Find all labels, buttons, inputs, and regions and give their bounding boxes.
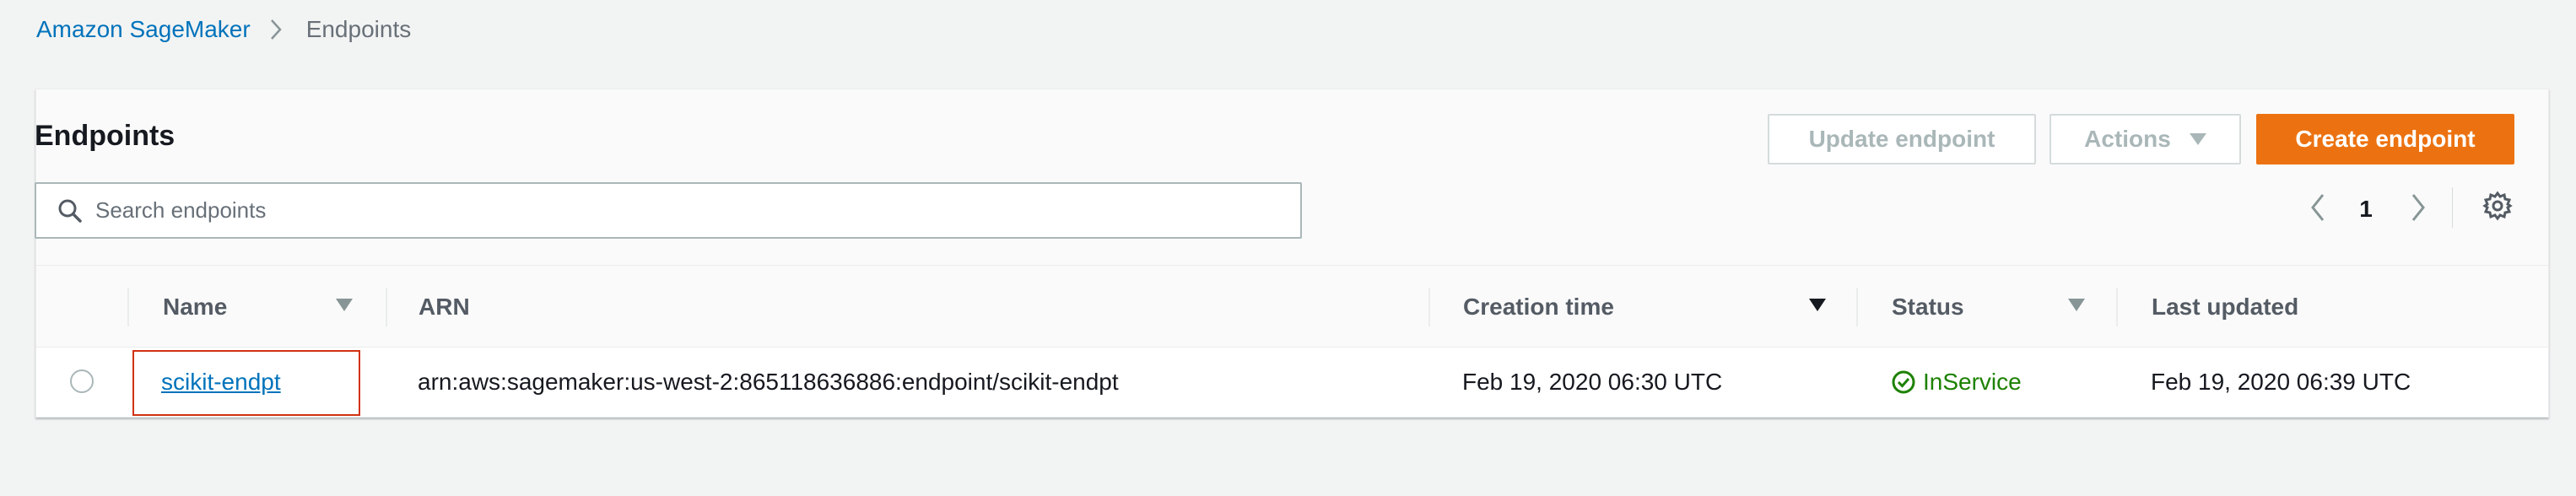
column-divider [127,288,129,326]
chevron-right-icon [269,15,288,44]
endpoint-creation-time: Feb 19, 2020 06:30 UTC [1462,369,1723,395]
endpoint-name-link[interactable]: scikit-endpt [161,369,281,396]
gear-icon [2482,191,2513,225]
status-label: InService [1923,369,2022,395]
preferences-button[interactable] [2476,187,2519,228]
search-icon [45,184,95,237]
page-title: Endpoints [35,120,176,152]
actions-label: Actions [2084,126,2171,152]
check-circle-icon [1891,369,1916,395]
search-input[interactable] [95,184,1300,237]
chevron-right-icon [2410,192,2427,227]
chevron-left-icon [2309,192,2326,227]
create-endpoint-button[interactable]: Create endpoint [2256,114,2514,164]
actions-button[interactable]: Actions [2049,114,2241,164]
breadcrumb-link-sagemaker[interactable]: Amazon SageMaker [36,16,251,43]
pagination-divider [2452,187,2453,228]
column-divider [2116,288,2118,326]
column-header-last-updated: Last updated [2152,294,2299,320]
table-row[interactable]: scikit-endpt arn:aws:sagemaker:us-west-2… [36,348,2548,417]
update-endpoint-button[interactable]: Update endpoint [1768,114,2036,164]
caret-down-icon[interactable] [2068,299,2085,311]
column-header-creation-time[interactable]: Creation time [1463,266,1614,348]
column-divider [1856,288,1858,326]
endpoint-arn: arn:aws:sagemaker:us-west-2:865118636886… [418,369,1119,395]
next-page-button[interactable] [2401,184,2435,235]
column-header-arn: ARN [419,294,470,320]
status-badge: InService [1891,369,2022,396]
column-divider [386,288,387,326]
column-divider [1428,288,1430,326]
caret-down-icon[interactable] [1809,299,1826,311]
search-box [35,182,1302,239]
caret-down-icon[interactable] [336,299,353,311]
table-header: Name ARN Creation time Status Last updat… [36,265,2548,348]
caret-down-icon [2189,133,2206,145]
page-number[interactable]: 1 [2351,184,2381,235]
previous-page-button[interactable] [2301,184,2335,235]
column-header-status[interactable]: Status [1892,266,1964,348]
column-header-name[interactable]: Name [163,266,227,348]
endpoint-last-updated: Feb 19, 2020 06:39 UTC [2151,369,2411,395]
row-select-radio[interactable] [70,369,94,393]
breadcrumb-current: Endpoints [305,16,412,42]
breadcrumb: Amazon SageMaker Endpoints [36,15,411,44]
